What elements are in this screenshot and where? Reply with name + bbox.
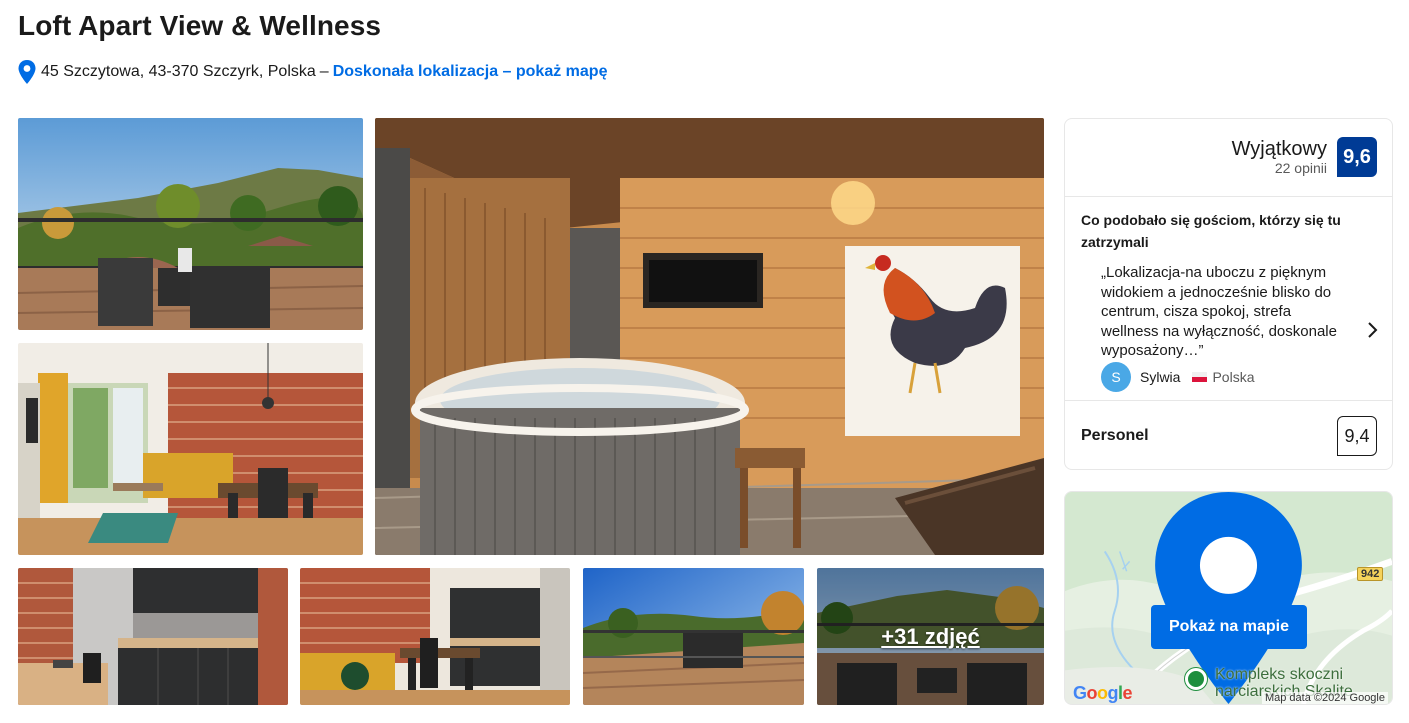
card-divider bbox=[1065, 196, 1392, 197]
staff-score-badge: 9,4 bbox=[1337, 416, 1377, 456]
address-separator: – bbox=[319, 63, 329, 80]
reviewer-info: S Sylwia Polska bbox=[1101, 362, 1255, 392]
card-divider bbox=[1065, 400, 1392, 401]
guests-liked-title: Co podobało się gościom, którzy się tu z… bbox=[1081, 212, 1341, 250]
map-pin-icon bbox=[18, 60, 36, 84]
staff-category-label: Personel bbox=[1081, 427, 1149, 444]
reviewer-name: Sylwia bbox=[1140, 369, 1181, 385]
property-title: Loft Apart View & Wellness bbox=[18, 10, 382, 41]
photo-more-overlay[interactable]: +31 zdjęć bbox=[817, 568, 1044, 705]
show-map-link[interactable]: Doskonała lokalizacja – pokaż mapę bbox=[333, 63, 608, 81]
review-count: 22 opinii bbox=[1274, 160, 1327, 176]
reviewer-country: Polska bbox=[1212, 369, 1255, 385]
avatar: S bbox=[1101, 362, 1131, 392]
score-badge: 9,6 bbox=[1337, 137, 1377, 177]
poi-marker-icon bbox=[1185, 668, 1207, 690]
chevron-right-icon[interactable] bbox=[1366, 319, 1380, 341]
photo-terrace-sun[interactable] bbox=[583, 568, 804, 705]
address-row: 45 Szczytowa, 43-370 Szczyrk, Polska – D… bbox=[18, 60, 607, 84]
photo-kitchen[interactable] bbox=[18, 568, 288, 705]
address-text: 45 Szczytowa, 43-370 Szczyrk, Polska bbox=[41, 63, 316, 80]
photo-living-room[interactable] bbox=[18, 343, 363, 555]
review-quote: „Lokalizacja-na uboczu z pięknym widokie… bbox=[1101, 264, 1337, 360]
review-score-card: Wyjątkowy 22 opinii 9,6 Co podobało się … bbox=[1064, 118, 1393, 470]
road-number-badge: 942 bbox=[1357, 567, 1384, 581]
photo-balcony-view[interactable] bbox=[18, 118, 363, 330]
rating-word: Wyjątkowy bbox=[1231, 138, 1327, 160]
poland-flag-icon bbox=[1192, 372, 1208, 382]
photo-hot-tub[interactable] bbox=[375, 118, 1044, 555]
photo-open-living-space[interactable] bbox=[300, 568, 570, 705]
map-attribution: Map data ©2024 Google bbox=[1261, 692, 1388, 704]
review-score-header[interactable]: Wyjątkowy 22 opinii 9,6 bbox=[1232, 137, 1377, 177]
more-photos-label[interactable]: +31 zdjęć bbox=[817, 624, 1044, 650]
show-on-map-button[interactable]: Pokaż na mapie bbox=[1151, 605, 1307, 649]
google-logo: Google bbox=[1073, 683, 1133, 703]
map-preview[interactable]: 942 Pokaż na mapie Kompleks skoczni narc… bbox=[1064, 491, 1393, 705]
